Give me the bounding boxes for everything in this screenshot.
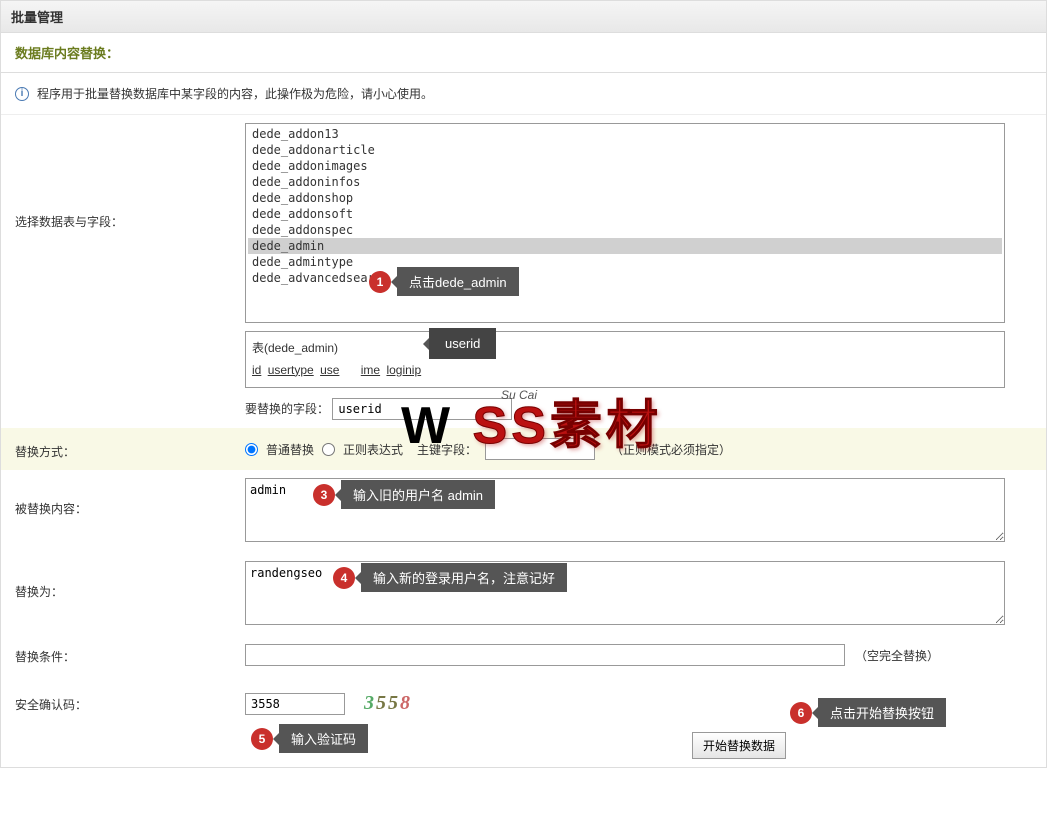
label-replace-cond: 替换条件： xyxy=(15,644,245,665)
page-title: 批量管理 xyxy=(11,10,63,25)
replaced-content-textarea[interactable] xyxy=(245,478,1005,542)
table-item[interactable]: dede_admintype xyxy=(248,254,1002,270)
info-row: i 程序用于批量替换数据库中某字段的内容，此操作极为危险，请小心使用。 xyxy=(1,73,1046,115)
replace-cond-input[interactable] xyxy=(245,644,845,666)
field-box: 表(dede_admin) id usertype use ime logini… xyxy=(245,331,1005,388)
table-item[interactable]: dede_addonspec xyxy=(248,222,1002,238)
page-header: 批量管理 xyxy=(0,0,1047,33)
row-replace-method: 替换方式： 普通替换 正则表达式 主键字段： （正则模式必须指定） xyxy=(1,428,1046,470)
field-link[interactable]: ime xyxy=(361,363,380,377)
label-replaced-content: 被替换内容： xyxy=(15,478,245,517)
label-replace-method: 替换方式： xyxy=(15,439,245,460)
radio-normal-label: 普通替换 xyxy=(266,441,314,458)
row-replace-to: 替换为： 4 输入新的登录用户名，注意记好 xyxy=(1,553,1046,636)
table-item[interactable]: dede_addon13 xyxy=(248,126,1002,142)
cond-hint: （空完全替换） xyxy=(855,647,939,664)
table-item[interactable]: dede_addonimages xyxy=(248,158,1002,174)
annotation-label-2: userid xyxy=(429,328,496,359)
section-title: 数据库内容替换： xyxy=(1,33,1046,73)
radio-regex-label: 正则表达式 xyxy=(343,441,403,458)
table-item[interactable]: dede_addonsoft xyxy=(248,206,1002,222)
field-link[interactable]: id xyxy=(252,363,261,377)
info-icon: i xyxy=(15,87,29,101)
main-content: 数据库内容替换： i 程序用于批量替换数据库中某字段的内容，此操作极为危险，请小… xyxy=(0,33,1047,768)
security-code-input[interactable] xyxy=(245,693,345,715)
label-replace-to: 替换为： xyxy=(15,561,245,600)
label-replace-field: 要替换的字段： xyxy=(245,402,329,416)
row-replace-cond: 替换条件： （空完全替换） xyxy=(1,636,1046,674)
key-field-input[interactable] xyxy=(485,438,595,460)
table-item[interactable]: dede_addoninfos xyxy=(248,174,1002,190)
row-security-code: 安全确认码： 3558 5 输入验证码 xyxy=(1,674,1046,724)
table-item[interactable]: dede_addonarticle xyxy=(248,142,1002,158)
label-select-table: 选择数据表与字段： xyxy=(15,123,245,230)
table-name-label: 表(dede_admin) xyxy=(252,341,338,355)
submit-button[interactable]: 开始替换数据 xyxy=(692,732,786,759)
regex-hint: （正则模式必须指定） xyxy=(611,441,731,458)
row-replaced-content: 被替换内容： 3 输入旧的用户名 admin xyxy=(1,470,1046,553)
field-link[interactable]: use xyxy=(320,363,339,377)
table-item[interactable]: dede_admin xyxy=(248,238,1002,254)
replace-to-textarea[interactable] xyxy=(245,561,1005,625)
table-item[interactable]: dede_addonshop xyxy=(248,190,1002,206)
replace-field-input[interactable] xyxy=(332,398,512,420)
radio-regex[interactable] xyxy=(322,443,335,456)
row-submit: 开始替换数据 6 点击开始替换按钮 xyxy=(1,724,1046,767)
field-link[interactable]: loginip xyxy=(386,363,421,377)
label-security-code: 安全确认码： xyxy=(15,692,245,713)
table-item[interactable]: dede_advancedsearch xyxy=(248,270,1002,286)
radio-normal[interactable] xyxy=(245,443,258,456)
row-select-table: 选择数据表与字段： dede_addon13dede_addonarticled… xyxy=(1,115,1046,428)
info-text: 程序用于批量替换数据库中某字段的内容，此操作极为危险，请小心使用。 xyxy=(37,85,433,102)
captcha-image[interactable]: 3558 xyxy=(353,692,423,716)
field-link[interactable]: usertype xyxy=(268,363,314,377)
label-key-field: 主键字段： xyxy=(417,441,477,458)
table-list[interactable]: dede_addon13dede_addonarticledede_addoni… xyxy=(245,123,1005,323)
